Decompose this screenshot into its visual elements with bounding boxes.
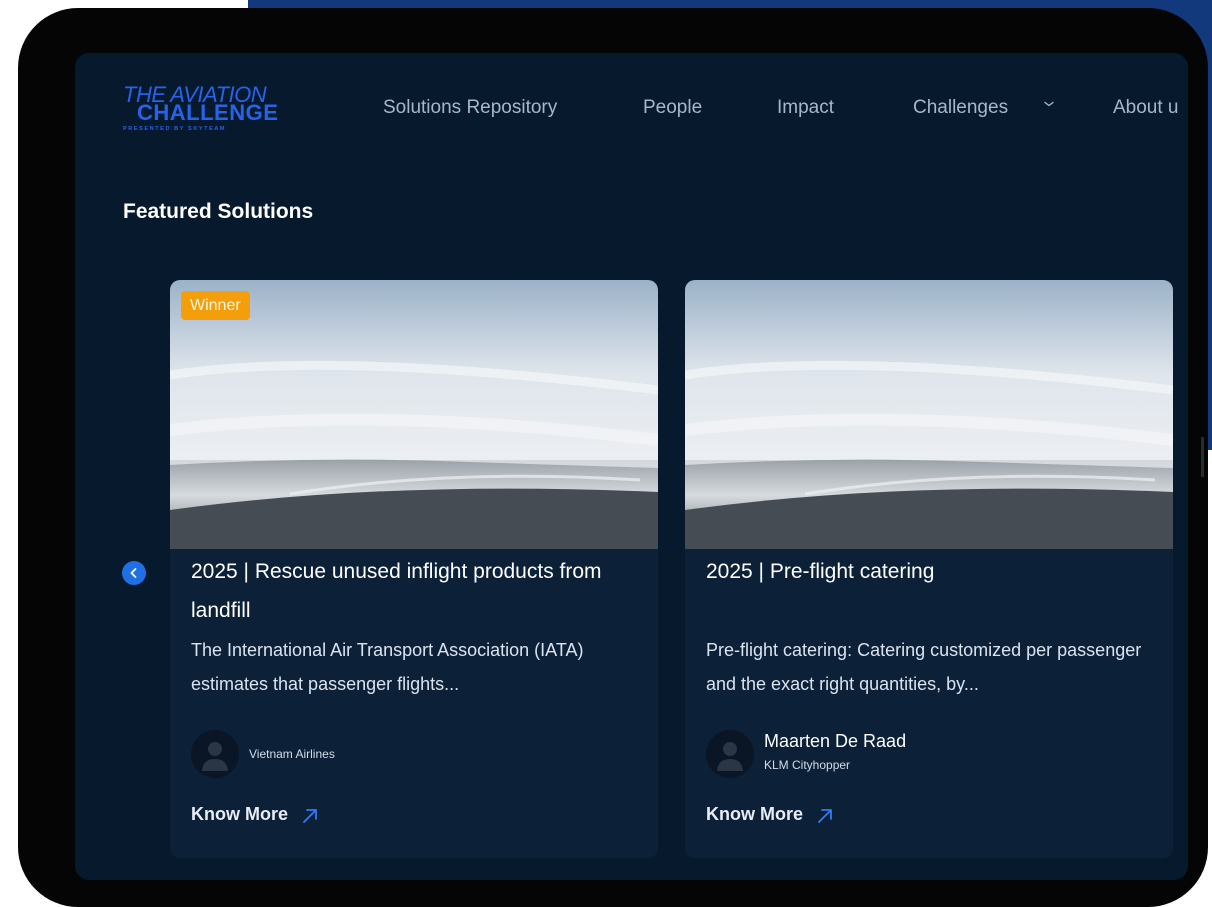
card-image-wing: Winner — [170, 280, 658, 549]
author-organization: KLM Cityhopper — [764, 758, 851, 772]
nav-item-people[interactable]: People — [643, 95, 702, 121]
card-title[interactable]: 2025 | Pre-flight catering — [706, 552, 1156, 591]
tablet-screen: THE AVIATION CHALLENGE PRESENTED BY SKYT… — [75, 53, 1188, 880]
section-title: Featured Solutions — [123, 200, 314, 223]
know-more-link[interactable]: Know More — [706, 804, 803, 825]
logo-line-3: PRESENTED BY SKYTEAM — [123, 126, 227, 132]
user-silhouette-icon — [191, 730, 239, 778]
card-image-wing — [685, 280, 1173, 549]
arrow-up-right-icon[interactable] — [301, 807, 319, 825]
nav-item-impact[interactable]: Impact — [777, 95, 834, 121]
main-nav: Solutions Repository People Impact Chall… — [75, 95, 1188, 121]
tablet-frame: THE AVIATION CHALLENGE PRESENTED BY SKYT… — [18, 8, 1208, 907]
know-more-link[interactable]: Know More — [191, 804, 288, 825]
card-title[interactable]: 2025 | Rescue unused inflight products f… — [191, 552, 641, 630]
author-name: Maarten De Raad — [764, 731, 907, 751]
card-description: Pre-flight catering: Catering customized… — [706, 640, 1142, 694]
card-description: The International Air Transport Associat… — [191, 640, 584, 694]
nav-item-about[interactable]: About u — [1113, 95, 1179, 121]
author-organization: Vietnam Airlines — [249, 747, 335, 761]
chevron-left-icon — [130, 568, 137, 578]
solution-card[interactable]: 2025 | Pre-flight catering Pre-flight ca… — [685, 280, 1173, 858]
chevron-down-icon[interactable] — [1044, 99, 1054, 109]
nav-item-challenges[interactable]: Challenges — [913, 95, 1008, 121]
scroll-indicator — [1201, 437, 1204, 477]
arrow-up-right-icon[interactable] — [816, 807, 834, 825]
winner-badge: Winner — [181, 291, 250, 320]
carousel-prev-button[interactable] — [122, 561, 146, 585]
nav-item-solutions-repository[interactable]: Solutions Repository — [383, 95, 557, 121]
solution-card[interactable]: Winner 2025 | Rescue unused inflight pro… — [170, 280, 658, 858]
user-silhouette-icon — [706, 730, 754, 778]
